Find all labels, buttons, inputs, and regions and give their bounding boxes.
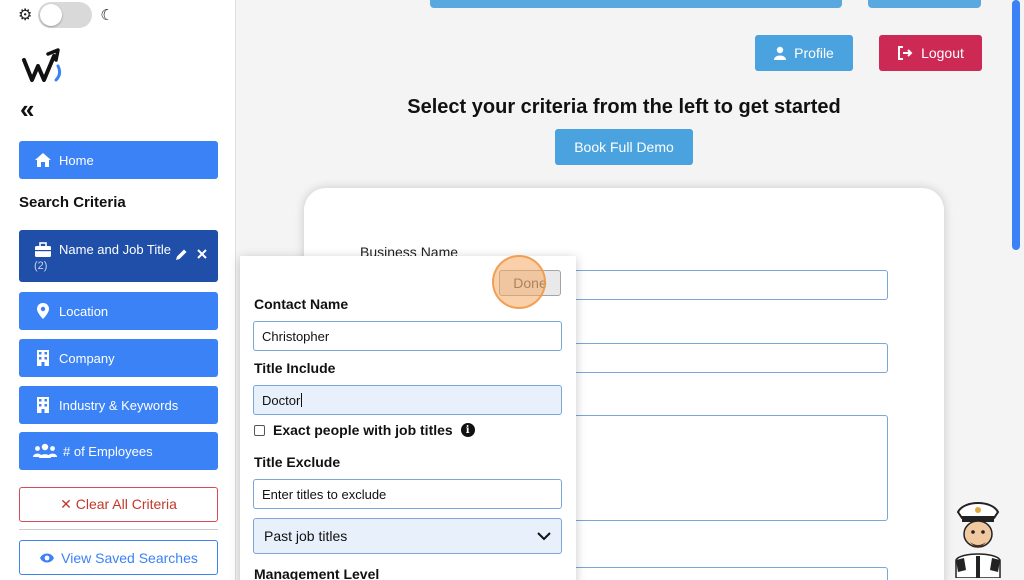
logout-label: Logout bbox=[921, 45, 964, 61]
exact-titles-label: Exact people with job titles bbox=[273, 422, 453, 438]
building-icon bbox=[33, 349, 53, 367]
name-job-title-popup: Done Contact Name Christopher Title Incl… bbox=[240, 255, 576, 580]
nav-home-button[interactable]: Home bbox=[19, 141, 218, 179]
gear-icon: ⚙ bbox=[18, 7, 33, 24]
nav-home-label: Home bbox=[59, 152, 94, 168]
users-icon bbox=[33, 443, 57, 459]
criteria-location[interactable]: Location bbox=[19, 292, 218, 330]
home-icon bbox=[33, 152, 53, 168]
sidebar: ⚙ ☾ « Home Search Criteria Name and Job … bbox=[0, 0, 236, 580]
profile-label: Profile bbox=[794, 45, 834, 61]
saved-searches-label: View Saved Searches bbox=[61, 549, 198, 566]
form-textarea[interactable] bbox=[562, 415, 888, 521]
theme-switcher: ⚙ ☾ bbox=[18, 2, 114, 28]
title-exclude-input[interactable]: Enter titles to exclude bbox=[253, 479, 562, 509]
management-level-label: Management Level bbox=[254, 566, 380, 580]
moon-icon: ☾ bbox=[100, 7, 114, 24]
exact-titles-row: Exact people with job titles i bbox=[254, 422, 475, 438]
text-cursor bbox=[301, 393, 303, 407]
contact-name-value: Christopher bbox=[262, 328, 330, 344]
page-scrollbar[interactable] bbox=[1012, 0, 1020, 250]
top-input-edge[interactable] bbox=[430, 0, 842, 8]
logout-icon bbox=[897, 46, 913, 60]
criteria-industry-keywords[interactable]: Industry & Keywords bbox=[19, 386, 218, 424]
criteria-label: Industry & Keywords bbox=[59, 397, 179, 413]
top-button-edge[interactable] bbox=[868, 0, 981, 8]
chevron-down-icon bbox=[537, 531, 551, 541]
collapse-sidebar-button[interactable]: « bbox=[20, 96, 35, 122]
search-criteria-title: Search Criteria bbox=[19, 194, 126, 211]
title-include-input[interactable]: Doctor bbox=[253, 385, 562, 415]
exact-titles-checkbox[interactable] bbox=[254, 424, 265, 436]
criteria-label: # of Employees bbox=[63, 443, 153, 459]
title-exclude-label: Title Exclude bbox=[254, 454, 341, 470]
info-icon[interactable]: i bbox=[460, 423, 475, 437]
toggle-knob bbox=[40, 4, 63, 26]
map-pin-icon bbox=[33, 302, 53, 320]
eye-icon bbox=[39, 552, 55, 564]
sidebar-divider bbox=[19, 529, 218, 530]
logout-button[interactable]: Logout bbox=[879, 35, 982, 71]
title-include-label: Title Include bbox=[254, 360, 336, 376]
clear-all-criteria-button[interactable]: ✕ Clear All Criteria bbox=[19, 487, 218, 522]
form-input[interactable] bbox=[562, 567, 888, 580]
user-icon bbox=[774, 46, 787, 60]
criteria-label: Location bbox=[59, 303, 109, 319]
criteria-label: Name and Job Title bbox=[59, 242, 172, 257]
view-saved-searches-button[interactable]: View Saved Searches bbox=[19, 540, 218, 575]
click-highlight bbox=[492, 255, 546, 309]
contact-name-label: Contact Name bbox=[254, 296, 349, 312]
app-frame: ⚙ ☾ « Home Search Criteria Name and Job … bbox=[0, 0, 1024, 580]
criteria-count: (2) bbox=[34, 260, 48, 272]
criteria-employees[interactable]: # of Employees bbox=[19, 432, 218, 470]
brand-logo[interactable] bbox=[20, 46, 64, 91]
business-name-input[interactable] bbox=[562, 270, 888, 300]
pencil-icon[interactable] bbox=[174, 248, 188, 265]
criteria-name-job-title[interactable]: Name and Job Title (2) bbox=[19, 230, 218, 282]
briefcase-icon bbox=[33, 242, 53, 258]
form-input[interactable] bbox=[562, 343, 888, 373]
contact-name-input[interactable]: Christopher bbox=[253, 321, 562, 351]
profile-button[interactable]: Profile bbox=[755, 35, 853, 71]
criteria-label: Company bbox=[59, 350, 115, 366]
title-exclude-placeholder: Enter titles to exclude bbox=[262, 486, 387, 502]
assistant-avatar[interactable] bbox=[950, 498, 1006, 580]
book-demo-button[interactable]: Book Full Demo bbox=[555, 129, 693, 165]
criteria-company[interactable]: Company bbox=[19, 339, 218, 377]
criteria-tools bbox=[174, 248, 208, 265]
dark-mode-toggle[interactable] bbox=[38, 2, 93, 28]
select-value: Past job titles bbox=[264, 528, 348, 544]
close-icon[interactable] bbox=[196, 248, 208, 265]
title-include-value: Doctor bbox=[262, 392, 301, 408]
job-title-scope-select[interactable]: Past job titles bbox=[253, 518, 562, 554]
page-headline: Select your criteria from the left to ge… bbox=[407, 96, 841, 118]
building-icon bbox=[33, 396, 53, 414]
